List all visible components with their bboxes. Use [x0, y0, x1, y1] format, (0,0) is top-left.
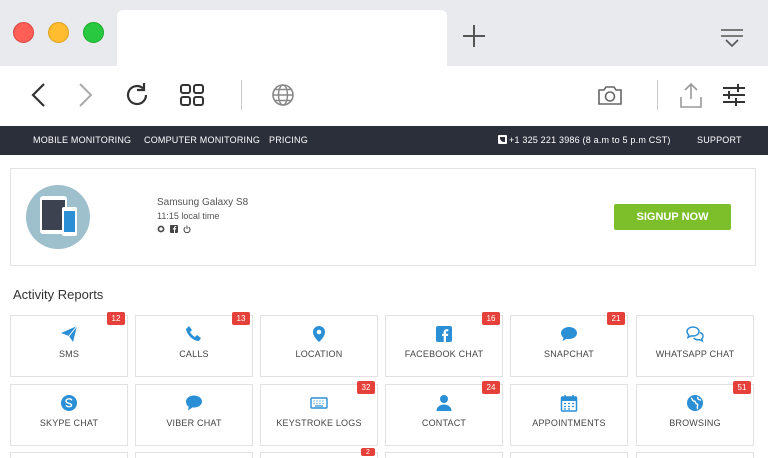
new-tab-icon[interactable] [460, 22, 488, 50]
tile-partial [135, 452, 253, 458]
activity-tile-facebook-chat[interactable]: FACEBOOK CHAT 16 [385, 312, 503, 377]
toolbar-divider [241, 80, 242, 110]
tile-partial [636, 452, 754, 458]
browser-tab-bar [0, 0, 768, 66]
tile-badge: 21 [607, 312, 625, 325]
grid-icon[interactable] [177, 80, 207, 110]
activity-tile-calls[interactable]: CALLS 13 [135, 312, 253, 377]
maximize-window-button[interactable] [83, 22, 104, 43]
activity-reports-title: Activity Reports [13, 287, 104, 302]
tile-partial [385, 452, 503, 458]
nav-mobile-monitoring[interactable]: MOBILE MONITORING [33, 135, 131, 145]
tile-label: CONTACT [421, 418, 467, 428]
tile-label: LOCATION [295, 349, 343, 359]
nav-support[interactable]: SUPPORT [697, 135, 742, 145]
nav-pricing[interactable]: PRICING [269, 135, 308, 145]
close-window-button[interactable] [13, 22, 34, 43]
forward-icon[interactable] [70, 80, 100, 110]
tile-badge: 51 [733, 381, 751, 394]
signup-button[interactable]: SIGNUP NOW [614, 204, 731, 230]
globe-icon [687, 395, 703, 411]
calendar-icon [560, 395, 578, 412]
nav-phone[interactable]: +1 325 221 3986 (8 a.m to 5 p.m CST) [498, 135, 671, 145]
tab-menu-icon[interactable] [718, 26, 746, 52]
skype-icon [61, 395, 77, 411]
tile-label: FACEBOOK CHAT [404, 349, 484, 359]
phone-icon [186, 326, 201, 341]
keyboard-icon [310, 397, 328, 409]
activity-tile-browsing[interactable]: BROWSING 51 [636, 381, 754, 446]
tile-partial [510, 452, 628, 458]
tile-partial: 2 [260, 448, 378, 458]
site-nav-bar: MOBILE MONITORING COMPUTER MONITORING PR… [0, 126, 768, 155]
activity-tile-skype-chat[interactable]: SKYPE CHAT [10, 384, 128, 446]
devices-icon [40, 196, 77, 236]
power-icon[interactable] [183, 225, 191, 233]
active-tab[interactable] [117, 10, 447, 66]
device-card: Samsung Galaxy S8 11:15 local time SIGNU… [10, 168, 756, 266]
map-pin-icon [313, 326, 325, 342]
tile-label: SNAPCHAT [544, 349, 594, 359]
tile-badge: 24 [482, 381, 500, 394]
facebook-small-icon[interactable] [170, 225, 178, 233]
reload-icon[interactable] [122, 80, 152, 110]
tile-label: APPOINTMENTS [532, 418, 606, 428]
tile-label: CALLS [179, 349, 209, 359]
send-icon [61, 325, 78, 342]
chat-bubbles-icon [686, 326, 704, 343]
tile-badge: 32 [357, 381, 375, 394]
activity-tile-snapchat[interactable]: SNAPCHAT 21 [510, 312, 628, 377]
share-icon[interactable] [676, 80, 706, 110]
activity-tile-sms[interactable]: SMS 12 [10, 312, 128, 377]
browser-toolbar [0, 66, 768, 126]
device-avatar [26, 185, 90, 249]
tile-badge: 2 [361, 448, 375, 456]
camera-icon[interactable] [595, 80, 625, 110]
device-status-icons [157, 225, 191, 233]
chat-bubble-icon [561, 327, 577, 341]
activity-tile-appointments[interactable]: APPOINTMENTS [510, 384, 628, 446]
tile-label: VIBER CHAT [166, 418, 222, 428]
nav-computer-monitoring[interactable]: COMPUTER MONITORING [144, 135, 260, 145]
tile-badge: 12 [107, 312, 125, 325]
toolbar-divider-2 [657, 80, 658, 110]
tile-label: WHATSAPP CHAT [655, 349, 735, 359]
tile-partial [10, 452, 128, 458]
globe-icon[interactable] [268, 80, 298, 110]
device-local-time: 11:15 local time [157, 211, 220, 221]
tile-label: SMS [58, 349, 80, 359]
minimize-window-button[interactable] [48, 22, 69, 43]
tile-label: BROWSING [669, 418, 721, 428]
activity-tile-contact[interactable]: CONTACT 24 [385, 381, 503, 446]
tile-label: SKYPE CHAT [39, 418, 99, 428]
settings-sliders-icon[interactable] [719, 80, 749, 110]
phone-icon [498, 135, 507, 144]
comment-icon [186, 395, 202, 411]
tile-label: KEYSTROKE LOGS [276, 418, 362, 428]
activity-tile-keystroke-logs[interactable]: KEYSTROKE LOGS 32 [260, 381, 378, 446]
gear-icon[interactable] [157, 225, 165, 233]
user-icon [436, 395, 452, 411]
activity-tile-whatsapp-chat[interactable]: WHATSAPP CHAT [636, 315, 754, 377]
back-icon[interactable] [25, 80, 55, 110]
tile-badge: 13 [232, 312, 250, 325]
facebook-icon [436, 326, 452, 342]
tile-badge: 16 [482, 312, 500, 325]
activity-tile-viber-chat[interactable]: VIBER CHAT [135, 384, 253, 446]
activity-tile-location[interactable]: LOCATION [260, 315, 378, 377]
nav-phone-text: +1 325 221 3986 (8 a.m to 5 p.m CST) [509, 135, 671, 145]
device-name: Samsung Galaxy S8 [157, 197, 249, 208]
